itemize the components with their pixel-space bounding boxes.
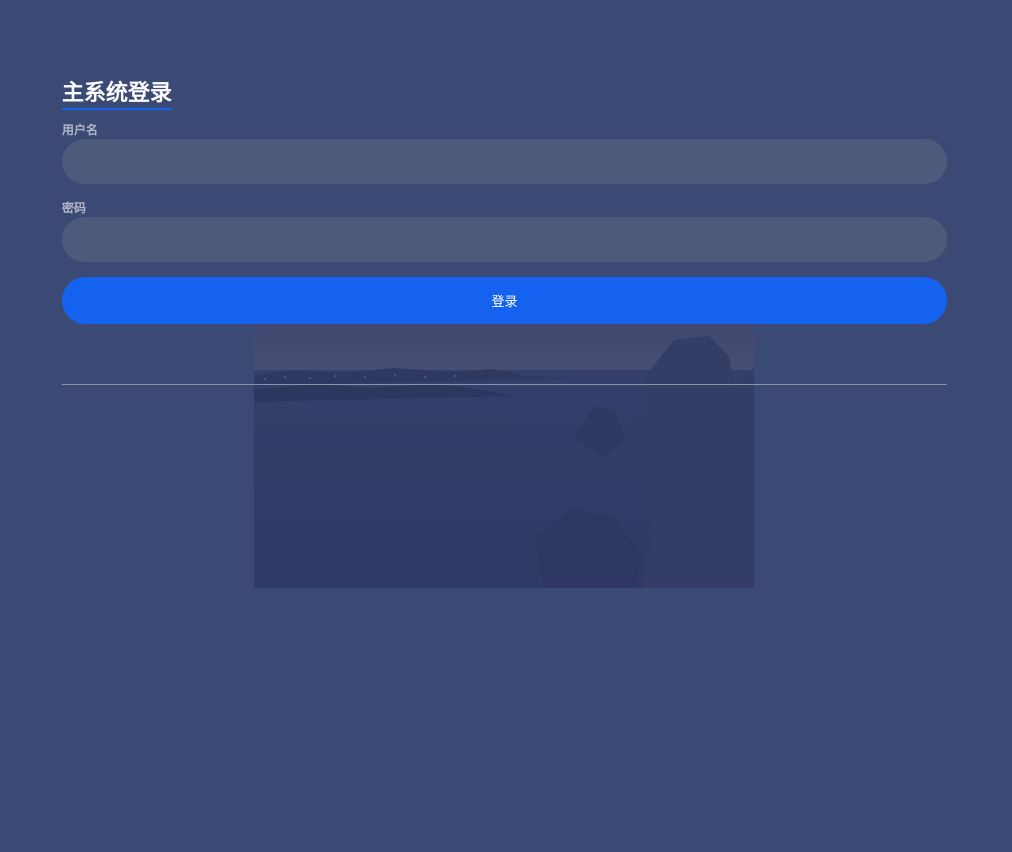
- login-page: 主系统登录 用户名 密码 登录: [0, 0, 1012, 852]
- username-input[interactable]: [62, 139, 947, 184]
- background-coastal-image: [254, 318, 754, 588]
- page-title: 主系统登录: [62, 81, 173, 106]
- login-form: 主系统登录 用户名 密码 登录: [62, 78, 947, 324]
- title-wrap: 主系统登录: [62, 78, 173, 110]
- title-underline: [62, 108, 173, 110]
- login-button[interactable]: 登录: [62, 277, 947, 324]
- divider: [62, 384, 947, 385]
- password-input[interactable]: [62, 217, 947, 262]
- username-label: 用户名: [62, 123, 99, 137]
- password-label: 密码: [62, 201, 87, 215]
